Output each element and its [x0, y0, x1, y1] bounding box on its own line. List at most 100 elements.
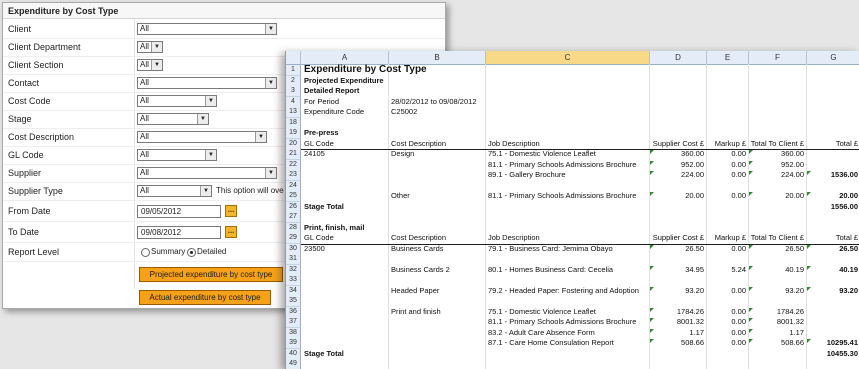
cell-d[interactable]: 1784.26: [651, 307, 704, 317]
cell-c[interactable]: 83.2 - Adult Care Absence Form: [488, 328, 648, 338]
cell-d[interactable]: Supplier Cost £: [651, 233, 704, 243]
cell-a[interactable]: Expenditure Code: [304, 107, 388, 117]
cell-d[interactable]: 952.00: [651, 160, 704, 170]
cell-b[interactable]: Business Cards 2: [391, 265, 484, 275]
cell-g[interactable]: 20.00: [808, 191, 858, 201]
row-number[interactable]: 33: [286, 275, 301, 286]
cell-c[interactable]: 81.1 - Primary Schools Admissions Brochu…: [488, 191, 648, 201]
cell-a[interactable]: For Period: [304, 97, 388, 107]
cell-b[interactable]: Headed Paper: [391, 286, 484, 296]
cell-a[interactable]: 23500: [304, 244, 388, 254]
row-number[interactable]: 4: [286, 96, 301, 108]
client-section-select[interactable]: All ▼: [137, 59, 163, 71]
cell-g[interactable]: 10295.41: [808, 338, 858, 348]
cell-e[interactable]: 0.00: [708, 244, 746, 254]
cell-a[interactable]: 24105: [304, 149, 388, 159]
cell-d[interactable]: 26.50: [651, 244, 704, 254]
row-number[interactable]: 25: [286, 191, 301, 202]
row-number[interactable]: 38: [286, 327, 301, 339]
row-number[interactable]: 32: [286, 264, 301, 276]
cell-b[interactable]: Business Cards: [391, 244, 484, 254]
row-number[interactable]: 28: [286, 222, 301, 234]
cell-b[interactable]: Print and finish: [391, 307, 484, 317]
row-number[interactable]: 18: [286, 117, 301, 129]
cell-d[interactable]: 508.66: [651, 338, 704, 348]
client-department-select[interactable]: All ▼: [137, 41, 163, 53]
gl-code-select[interactable]: All ▼: [137, 149, 217, 161]
cell-c[interactable]: 89.1 - Gallery Brochure: [488, 170, 648, 180]
cell-d[interactable]: Supplier Cost £: [651, 139, 704, 149]
row-number[interactable]: 26: [286, 201, 301, 213]
cell-d[interactable]: 8001.32: [651, 317, 704, 327]
column-header-a[interactable]: A: [301, 51, 389, 65]
cell-e[interactable]: 0.00: [708, 191, 746, 201]
supplier-select[interactable]: All ▼: [137, 167, 277, 179]
cell-d[interactable]: 93.20: [651, 286, 704, 296]
cell-a[interactable]: GL Code: [304, 139, 388, 149]
cell-a[interactable]: GL Code: [304, 233, 388, 243]
column-header-d[interactable]: D: [650, 51, 707, 65]
column-header-e[interactable]: E: [707, 51, 749, 65]
cell-a[interactable]: Projected Expenditure: [304, 76, 388, 86]
cell-e[interactable]: 0.00: [708, 307, 746, 317]
row-number[interactable]: 31: [286, 254, 301, 265]
from-date-picker-button[interactable]: ...: [225, 205, 237, 217]
cell-g[interactable]: 40.19: [808, 265, 858, 275]
row-number[interactable]: 36: [286, 306, 301, 318]
cell-c[interactable]: Job Description: [488, 139, 648, 149]
row-number[interactable]: 30: [286, 243, 301, 255]
cell-c[interactable]: Job Description: [488, 233, 648, 243]
cell-d[interactable]: 360.00: [651, 149, 704, 159]
cell-c[interactable]: 80.1 - Homes Business Card: Cecelia: [488, 265, 648, 275]
cell-f[interactable]: 8001.32: [750, 317, 804, 327]
cell-c[interactable]: 87.1 - Care Home Consulation Report: [488, 338, 648, 348]
row-number[interactable]: 35: [286, 296, 301, 307]
row-number[interactable]: 24: [286, 180, 301, 192]
actual-expenditure-button[interactable]: Actual expenditure by cost type: [139, 290, 271, 305]
cell-e[interactable]: 0.00: [708, 286, 746, 296]
cell-e[interactable]: Markup £: [708, 233, 746, 243]
stage-select[interactable]: All ▼: [137, 113, 209, 125]
cell-c[interactable]: 81.1 - Primary Schools Admissions Brochu…: [488, 160, 648, 170]
cell-e[interactable]: 0.00: [708, 149, 746, 159]
cell-f[interactable]: Total To Client £: [750, 233, 804, 243]
cell-b[interactable]: Cost Description: [391, 233, 484, 243]
to-date-picker-button[interactable]: ...: [225, 226, 237, 238]
row-number[interactable]: 1: [286, 65, 301, 76]
column-header-f[interactable]: F: [749, 51, 807, 65]
cell-g[interactable]: 26.50: [808, 244, 858, 254]
row-number[interactable]: 23: [286, 170, 301, 181]
cell-f[interactable]: 360.00: [750, 149, 804, 159]
column-header-g[interactable]: G: [807, 51, 859, 65]
supplier-type-select[interactable]: All ▼: [137, 185, 212, 197]
cell-c[interactable]: 79.1 - Business Card: Jemima Obayo: [488, 244, 648, 254]
cell-b[interactable]: Other: [391, 191, 484, 201]
column-header-b[interactable]: B: [389, 51, 486, 65]
cell-c[interactable]: 75.1 - Domestic Violence Leaflet: [488, 307, 648, 317]
cell-a[interactable]: Stage Total: [304, 202, 388, 212]
cell-e[interactable]: 0.00: [708, 338, 746, 348]
cell-a[interactable]: [304, 118, 388, 128]
cell-d[interactable]: 224.00: [651, 170, 704, 180]
cell-e[interactable]: 0.00: [708, 160, 746, 170]
projected-expenditure-button[interactable]: Projected expenditure by cost type: [139, 267, 283, 282]
row-number[interactable]: 37: [286, 317, 301, 328]
cell-f[interactable]: 26.50: [750, 244, 804, 254]
cell-e[interactable]: 0.00: [708, 328, 746, 338]
cell-f[interactable]: Total To Client £: [750, 139, 804, 149]
row-number[interactable]: 39: [286, 338, 301, 349]
cell-b[interactable]: Cost Description: [391, 139, 484, 149]
row-number[interactable]: 49: [286, 359, 301, 369]
cell-c[interactable]: 79.2 - Headed Paper: Fostering and Adopt…: [488, 286, 648, 296]
cell-e[interactable]: 0.00: [708, 170, 746, 180]
cell-c[interactable]: 75.1 - Domestic Violence Leaflet: [488, 149, 648, 159]
cell-f[interactable]: 508.66: [750, 338, 804, 348]
cell-f[interactable]: 20.00: [750, 191, 804, 201]
cell-e[interactable]: 0.00: [708, 317, 746, 327]
row-number[interactable]: 2: [286, 75, 301, 87]
row-number[interactable]: 19: [286, 128, 301, 139]
row-number[interactable]: 40: [286, 348, 301, 360]
cell-f[interactable]: 1784.26: [750, 307, 804, 317]
cell-f[interactable]: 93.20: [750, 286, 804, 296]
contact-select[interactable]: All ▼: [137, 77, 277, 89]
